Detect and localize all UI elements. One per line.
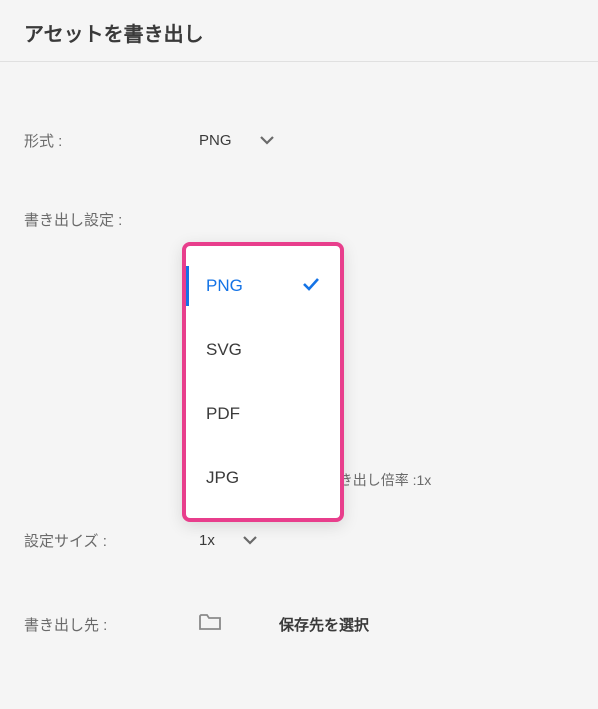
dropdown-option-label: SVG (206, 340, 242, 360)
destination-row: 書き出し先 : 保存先を選択 (24, 613, 574, 636)
design-size-row: 設定サイズ : 1x (24, 530, 574, 551)
destination-picker[interactable]: 保存先を選択 (199, 613, 369, 636)
export-settings-row: 書き出し設定 : (24, 209, 574, 230)
dropdown-option-png[interactable]: PNG (186, 254, 340, 318)
dialog-header: アセットを書き出し (0, 0, 598, 62)
folder-icon (199, 613, 221, 636)
destination-text: 保存先を選択 (279, 614, 369, 635)
format-select[interactable]: PNG (199, 132, 274, 150)
dialog-title: アセットを書き出し (24, 18, 574, 47)
dropdown-option-pdf[interactable]: PDF (186, 382, 340, 446)
dropdown-option-label: PNG (206, 276, 243, 296)
dialog-content: 形式 : PNG 書き出し設定 : ノ id PNG SVG PDF JPG 選… (0, 62, 598, 680)
chevron-down-icon (243, 532, 257, 550)
export-settings-label: 書き出し設定 : (24, 209, 199, 230)
dropdown-option-label: JPG (206, 468, 239, 488)
size-select[interactable]: 1x (199, 532, 257, 550)
dropdown-option-jpg[interactable]: JPG (186, 446, 340, 510)
format-label: 形式 : (24, 130, 199, 151)
design-size-label: 設定サイズ : (24, 530, 199, 551)
format-dropdown: PNG SVG PDF JPG (182, 242, 344, 522)
format-row: 形式 : PNG (24, 130, 574, 151)
destination-label: 書き出し先 : (24, 614, 199, 635)
dropdown-option-svg[interactable]: SVG (186, 318, 340, 382)
format-selected-value: PNG (199, 132, 232, 149)
check-icon (302, 276, 320, 296)
size-selected-value: 1x (199, 532, 215, 549)
dropdown-option-label: PDF (206, 404, 240, 424)
chevron-down-icon (260, 132, 274, 150)
